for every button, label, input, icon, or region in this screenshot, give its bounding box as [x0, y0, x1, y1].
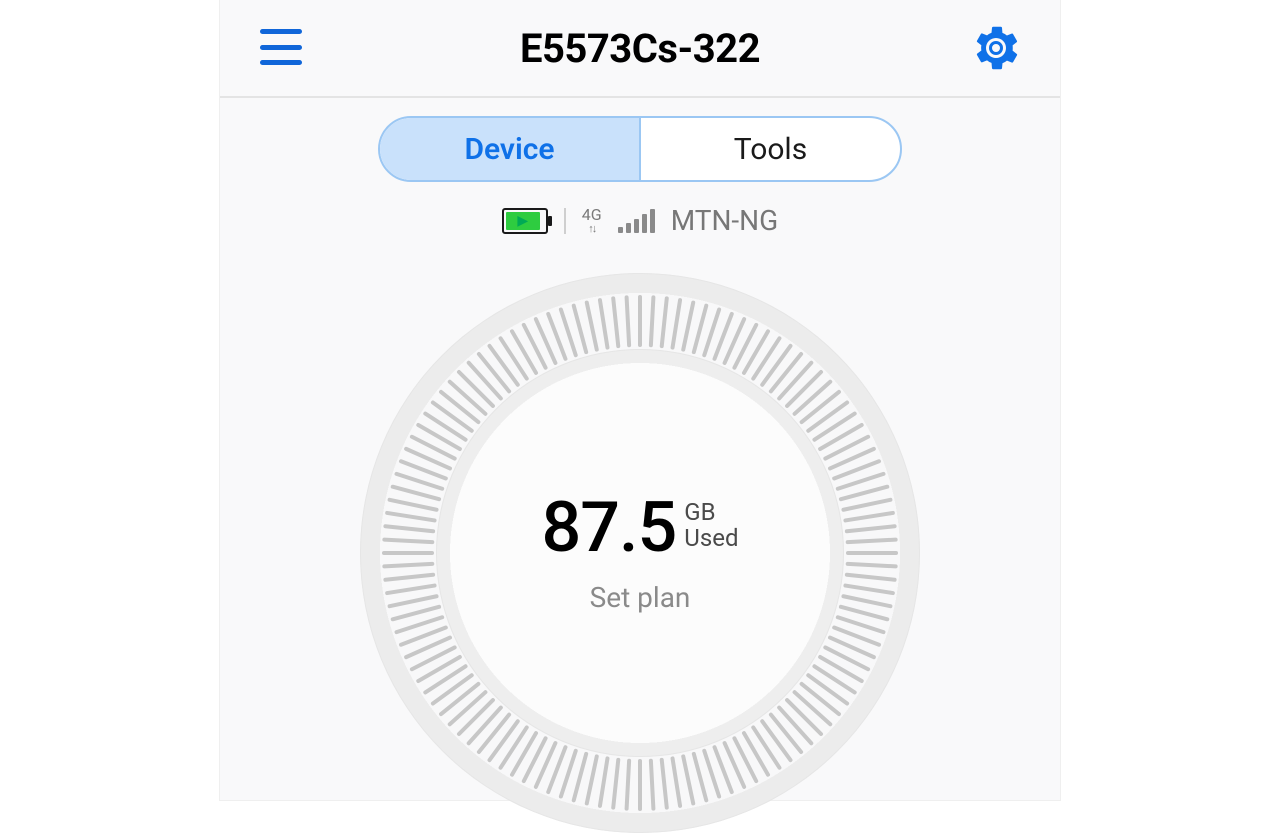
- tab-device[interactable]: Device: [380, 118, 639, 180]
- battery-icon: ▶: [502, 208, 548, 234]
- menu-icon[interactable]: [260, 29, 302, 65]
- header-bar: E5573Cs-322: [220, 0, 1060, 98]
- network-type-label: 4G ↑↓: [582, 207, 602, 234]
- signal-bars-icon: [618, 209, 655, 233]
- usage-gauge[interactable]: 87.5 GB Used Set plan: [360, 273, 920, 833]
- usage-unit: GB: [684, 499, 738, 525]
- data-arrows-icon: ↑↓: [588, 223, 595, 234]
- usage-value: 87.5: [541, 493, 676, 563]
- app-container: E5573Cs-322 Device Tools ▶ 4G ↑↓ MTN-NG: [220, 0, 1060, 800]
- tab-segmented-control: Device Tools: [378, 116, 902, 182]
- status-row: ▶ 4G ↑↓ MTN-NG: [220, 204, 1060, 237]
- device-title: E5573Cs-322: [520, 25, 760, 72]
- divider: [564, 208, 566, 234]
- tab-tools[interactable]: Tools: [639, 118, 900, 180]
- set-plan-link[interactable]: Set plan: [590, 581, 691, 614]
- gear-icon: [972, 24, 1020, 72]
- settings-button[interactable]: [972, 24, 1020, 72]
- carrier-name: MTN-NG: [671, 204, 779, 237]
- gauge-inner: 87.5 GB Used Set plan: [436, 349, 844, 757]
- usage-readout: 87.5 GB Used: [541, 493, 738, 563]
- usage-label: Used: [684, 525, 738, 551]
